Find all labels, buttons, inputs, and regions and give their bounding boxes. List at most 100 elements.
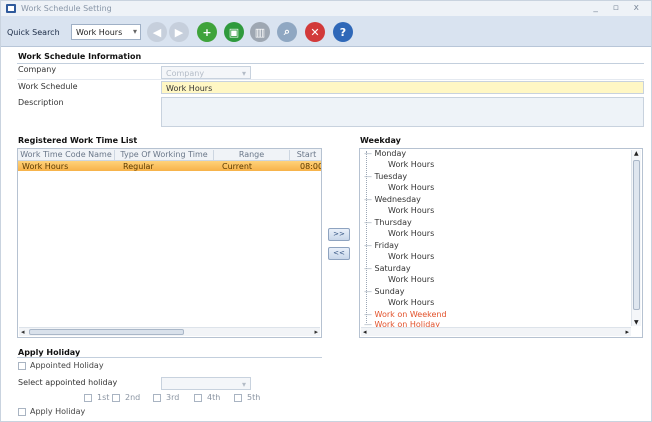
help-button[interactable]: ? [333,22,353,42]
work-schedule-window: Work Schedule Setting _ ▫ x Quick Search… [0,0,652,422]
save-button[interactable]: ▣ [224,22,244,42]
holiday-select[interactable]: ▾ [161,377,251,390]
apply-holiday-checkbox[interactable] [18,408,26,416]
tree-node-wednesday[interactable]: — Wednesday [364,195,421,204]
col-header-start[interactable]: Start [290,150,321,160]
tree-connector: — [364,241,375,250]
delete-icon: ▥ [254,25,266,39]
divider [17,357,322,358]
apply-holiday-label: Apply Holiday [30,407,86,416]
description-input[interactable] [161,97,644,127]
add-to-weekday-button[interactable]: >> [328,228,350,241]
tree-child-work-hours[interactable]: Work Hours [388,206,434,215]
tree-child-work-hours[interactable]: Work Hours [388,229,434,238]
week-2nd-checkbox[interactable] [112,394,120,402]
add-button[interactable]: + [197,22,217,42]
tree-child-work-hours[interactable]: Work Hours [388,252,434,261]
tree-connector: — [364,218,375,227]
tree-node-work-on-weekend[interactable]: — Work on Weekend [364,310,447,319]
tree-child-work-hours[interactable]: Work Hours [388,183,434,192]
chevron-down-icon: ▾ [132,27,137,36]
tree-node-label: Thursday [374,218,412,227]
tree-child-work-hours[interactable]: Work Hours [388,160,434,169]
col-header-range[interactable]: Range [214,150,290,160]
delete-button[interactable]: ▥ [250,22,270,42]
quick-search-value: Work Hours [76,28,123,37]
window-title: Work Schedule Setting [21,4,112,13]
company-label: Company [18,65,57,74]
tree-node-label: Work on Weekend [374,310,447,319]
work-schedule-label: Work Schedule [18,82,78,91]
work-time-grid[interactable]: Work Time Code Name Type Of Working Time… [17,148,322,338]
week-1st-checkbox[interactable] [84,394,92,402]
cell-range: Current [222,162,253,171]
weekday-tree[interactable]: — Monday Work Hours — Tuesday Work Hours — W… [359,148,643,338]
scroll-left-icon[interactable]: ◂ [363,328,367,336]
title-bar: Work Schedule Setting _ ▫ x [1,1,651,16]
tree-node-label: Saturday [374,264,411,273]
tree-node-label: Wednesday [374,195,421,204]
search-button[interactable]: ⌕ [277,22,297,42]
table-row[interactable]: Work Hours Regular Current 08:00 [18,161,321,171]
window-controls[interactable]: _ ▫ x [593,3,645,13]
app-icon [6,4,16,13]
tree-connector: — [364,287,375,296]
tree-node-sunday[interactable]: — Sunday [364,287,404,296]
search-icon: ⌕ [283,25,291,38]
scroll-right-icon[interactable]: ▸ [314,328,318,336]
description-label: Description [18,98,64,107]
forward-icon: ▶ [174,25,184,39]
divider [17,79,644,80]
add-icon: + [202,25,212,39]
toolbar: Quick Search Work Hours ▾ ◀ ▶ + ▣ ▥ ⌕ ✕? [1,16,651,47]
work-schedule-input[interactable]: Work Hours [161,81,644,94]
week-4th-checkbox[interactable] [194,394,202,402]
grid-header: Work Time Code Name Type Of Working Time… [18,149,321,161]
scroll-up-icon[interactable]: ▲ [634,150,639,157]
week-2nd-label: 2nd [125,393,141,402]
scroll-thumb[interactable] [29,329,184,335]
select-holiday-label: Select appointed holiday [18,378,118,387]
tree-child-work-hours[interactable]: Work Hours [388,298,434,307]
back-icon: ◀ [152,25,162,39]
tree-connector: — [364,149,375,158]
tree-node-label: Monday [374,149,407,158]
col-header-type[interactable]: Type Of Working Time [115,150,214,160]
list-section-title: Registered Work Time List [18,136,138,145]
scroll-right-icon[interactable]: ▸ [625,328,629,336]
holiday-section-title: Apply Holiday [18,348,81,357]
company-select[interactable]: Company ▾ [161,66,251,79]
tree-node-tuesday[interactable]: — Tuesday [364,172,407,181]
quick-search-select[interactable]: Work Hours ▾ [71,24,141,40]
vertical-scrollbar[interactable]: ▲ ▼ [631,150,641,326]
scroll-down-icon[interactable]: ▼ [634,319,639,326]
cell-start: 08:00 [300,162,322,171]
close-button[interactable]: ✕ [305,22,325,42]
scroll-left-icon[interactable]: ◂ [21,328,25,336]
weekday-section-title: Weekday [360,136,401,145]
scroll-thumb[interactable] [633,160,640,310]
save-icon: ▣ [228,25,240,39]
tree-node-saturday[interactable]: — Saturday [364,264,411,273]
col-header-code-name[interactable]: Work Time Code Name [18,150,115,160]
forward-button[interactable]: ▶ [169,22,189,42]
week-5th-checkbox[interactable] [234,394,242,402]
appointed-holiday-checkbox[interactable] [18,362,26,370]
cell-type: Regular [123,162,154,171]
chevron-down-icon: ▾ [241,380,246,389]
tree-node-monday[interactable]: — Monday [364,149,406,158]
tree-node-label: Friday [374,241,399,250]
tree-node-friday[interactable]: — Friday [364,241,399,250]
tree-child-work-hours[interactable]: Work Hours [388,275,434,284]
horizontal-scrollbar[interactable]: ◂ ▸ [361,327,631,336]
tree-connector: — [364,264,375,273]
tree-node-thursday[interactable]: — Thursday [364,218,412,227]
tree-node-label: Tuesday [374,172,408,181]
remove-from-weekday-button[interactable]: << [328,247,350,260]
horizontal-scrollbar[interactable]: ◂ ▸ [19,327,320,336]
cell-code-name: Work Hours [22,162,69,171]
info-section-title: Work Schedule Information [18,52,142,61]
tree-node-label: Sunday [374,287,405,296]
week-3rd-checkbox[interactable] [153,394,161,402]
back-button[interactable]: ◀ [147,22,167,42]
